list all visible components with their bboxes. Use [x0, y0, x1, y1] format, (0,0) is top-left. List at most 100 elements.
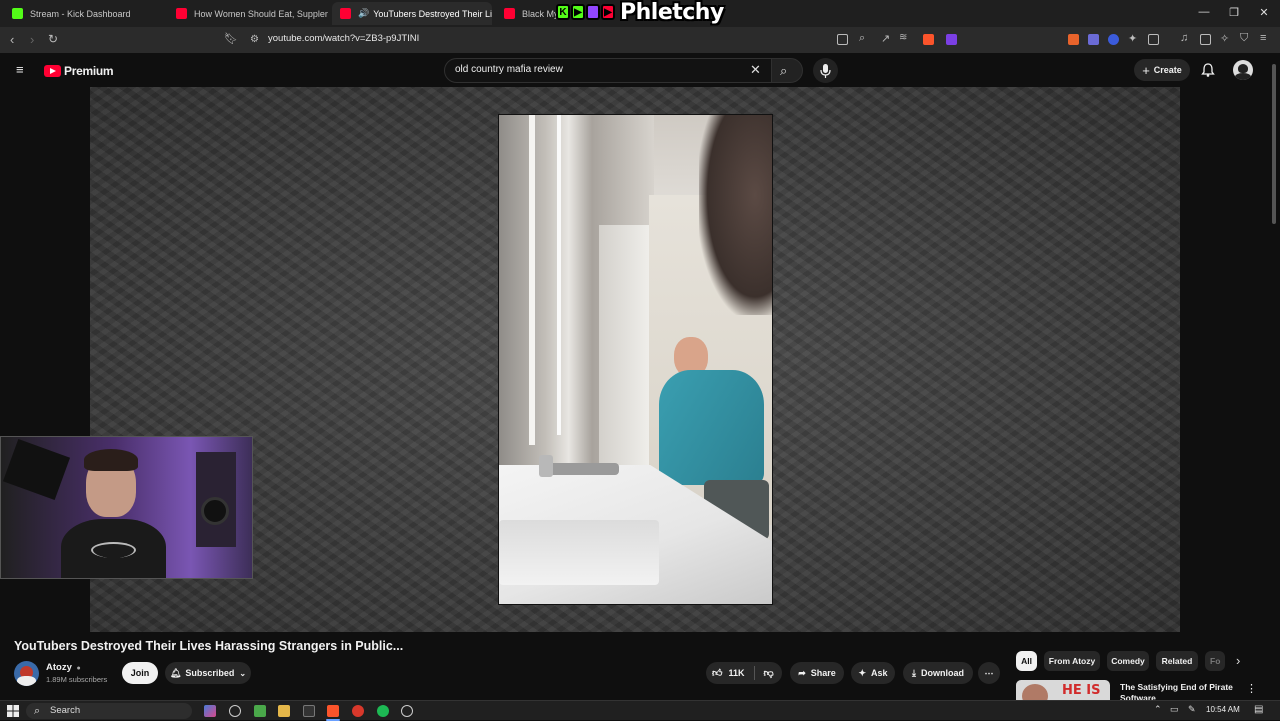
user-avatar[interactable] — [1233, 60, 1253, 80]
terminal-icon[interactable] — [303, 705, 315, 717]
leo-ai-icon[interactable]: ✧ — [1220, 32, 1229, 45]
tab-youtube-women-eat[interactable]: How Women Should Eat, Supplemen — [168, 2, 328, 25]
notifications-bell-icon[interactable] — [1200, 62, 1216, 78]
brave-browser-icon[interactable] — [327, 705, 339, 717]
chevron-right-icon[interactable]: › — [1236, 653, 1240, 668]
extensions-puzzle-icon[interactable]: ✦ — [1128, 32, 1137, 45]
voice-search-button[interactable] — [813, 58, 838, 83]
spotify-icon[interactable] — [377, 705, 389, 717]
subscribed-label: Subscribed — [185, 668, 235, 678]
browser-menu-icon[interactable]: ≡ — [1260, 32, 1266, 44]
youtube-icon — [504, 8, 515, 19]
kick-icon — [12, 8, 23, 19]
thumbnail-text: HE IS — [1062, 683, 1101, 698]
twitch-logo-icon — [586, 4, 600, 20]
notification-center-icon[interactable]: ▤ — [1254, 704, 1263, 715]
back-icon[interactable]: ‹ — [10, 32, 14, 47]
microphone-icon — [820, 64, 831, 78]
tab-black-myth[interactable]: Black Myth — [496, 2, 556, 25]
tab-label: Black Myth — [522, 8, 556, 19]
recommended-title[interactable]: The Satisfying End of Pirate Software — [1120, 682, 1233, 700]
pen-icon[interactable]: ✎ — [1188, 704, 1196, 715]
recommended-thumbnail[interactable]: HE IS — [1016, 680, 1110, 700]
create-button[interactable]: + Create — [1134, 59, 1190, 81]
rss-icon[interactable]: ≋ — [899, 32, 907, 43]
chip-related[interactable]: Related — [1156, 651, 1198, 671]
tab-kick-dashboard[interactable]: Stream - Kick Dashboard — [4, 2, 164, 25]
bookmark-icon[interactable]: 🔖︎ — [224, 32, 238, 45]
minimize-icon[interactable]: — — [1189, 6, 1219, 18]
sidebar-toggle-icon[interactable] — [1200, 34, 1211, 45]
recommended-more-icon[interactable]: ⋮ — [1246, 682, 1257, 695]
audio-playing-icon: 🔊 — [358, 8, 370, 18]
extension-cloud-icon[interactable] — [1088, 34, 1099, 45]
windows-start-icon[interactable] — [7, 705, 19, 717]
brave-shields-icon[interactable] — [923, 34, 934, 45]
taskbar-clock[interactable]: 10:54 AM — [1206, 705, 1240, 714]
reload-icon[interactable]: ↻ — [48, 32, 58, 46]
search-input[interactable] — [455, 64, 745, 75]
extension-dot-icon[interactable] — [1108, 34, 1119, 45]
video-content-frame — [498, 114, 773, 605]
search-box: ✕ — [444, 58, 772, 83]
tab-youtubers-destroyed[interactable]: 🔊 YouTubers Destroyed Their Li ✕ — [332, 2, 492, 25]
browser-tab-strip: Stream - Kick Dashboard How Women Should… — [0, 0, 1280, 27]
file-explorer-icon[interactable] — [278, 705, 290, 717]
like-icon[interactable]: 👍︎ — [712, 667, 722, 679]
hamburger-menu-icon[interactable]: ≡ — [16, 62, 24, 77]
chip-truncated[interactable]: Fo — [1205, 651, 1225, 671]
tab-label: Stream - Kick Dashboard — [30, 8, 131, 19]
download-icon: ⤓ — [912, 667, 916, 678]
tab-label: How Women Should Eat, Supplemen — [194, 8, 328, 19]
more-horizontal-icon: ⋯ — [984, 667, 994, 678]
chip-comedy[interactable]: Comedy — [1107, 651, 1149, 671]
obs-icon[interactable] — [352, 705, 364, 717]
browser-toolbar: ‹ › ↻ 🔖︎ ⚙ youtube.com/watch?v=ZB3-p9JTI… — [0, 27, 1280, 53]
youtube-premium-logo[interactable]: Premium — [44, 64, 114, 78]
taskbar-search[interactable]: ⌕ Search — [26, 703, 192, 719]
chip-from-atozy[interactable]: From Atozy — [1044, 651, 1100, 671]
copilot-icon[interactable] — [204, 705, 216, 717]
brave-rewards-icon[interactable] — [946, 34, 957, 45]
close-window-icon[interactable]: ✕ — [1249, 6, 1279, 19]
download-button[interactable]: ⤓ Download — [903, 662, 973, 684]
clear-search-icon[interactable]: ✕ — [750, 62, 761, 78]
dislike-icon[interactable]: 👎︎ — [763, 667, 773, 679]
verified-icon: ● — [76, 665, 81, 672]
restore-icon[interactable]: ❐ — [1219, 6, 1249, 19]
network-icon[interactable]: ▭ — [1170, 704, 1179, 715]
channel-avatar[interactable] — [14, 661, 39, 686]
reading-list-icon[interactable] — [1148, 34, 1159, 45]
vpn-shield-icon[interactable]: ⛉ — [1240, 32, 1248, 45]
taskbar-app-circle-icon[interactable] — [401, 705, 413, 717]
cast-icon[interactable] — [837, 34, 848, 45]
windows-taskbar: ⌕ Search ⌃ ▭ ✎ 10:54 AM ▤ — [0, 700, 1280, 721]
page-scrollbar[interactable] — [1272, 64, 1276, 224]
plus-icon: + — [1142, 62, 1150, 78]
like-count[interactable]: 11K — [728, 668, 744, 678]
streamer-webcam — [0, 436, 253, 579]
search-icon: ⌕ — [34, 705, 41, 717]
zoom-icon[interactable]: ⌕ — [859, 32, 865, 45]
tray-overflow-icon[interactable]: ⌃ — [1154, 704, 1162, 715]
share-button[interactable]: ➦ Share — [790, 662, 844, 684]
join-button[interactable]: Join — [122, 662, 158, 684]
extension-fox-icon[interactable] — [1068, 34, 1079, 45]
settings-gear-icon[interactable] — [229, 705, 241, 717]
url-bar[interactable]: youtube.com/watch?v=ZB3-p9JTINI — [268, 33, 419, 44]
recommended-title-line: Software — [1120, 693, 1156, 700]
forward-icon[interactable]: › — [30, 32, 34, 47]
share-page-icon[interactable]: ↗ — [881, 32, 890, 45]
search-icon: ⌕ — [780, 63, 788, 78]
subscribed-button[interactable]: 🔔︎ Subscribed ⌄ — [165, 662, 251, 684]
chip-all[interactable]: All — [1016, 651, 1037, 671]
like-dislike-group: 👍︎ 11K 👎︎ — [706, 662, 782, 684]
more-actions-button[interactable]: ⋯ — [978, 662, 1000, 684]
youtube-play-icon — [44, 65, 61, 77]
channel-name[interactable]: Atozy ● — [46, 662, 81, 673]
taskbar-app-green-icon[interactable] — [254, 705, 266, 717]
site-info-icon[interactable]: ⚙ — [250, 34, 259, 45]
media-control-icon[interactable]: ♫ — [1180, 32, 1188, 44]
search-button[interactable]: ⌕ — [771, 58, 803, 83]
ask-button[interactable]: ✦ Ask — [851, 662, 895, 684]
